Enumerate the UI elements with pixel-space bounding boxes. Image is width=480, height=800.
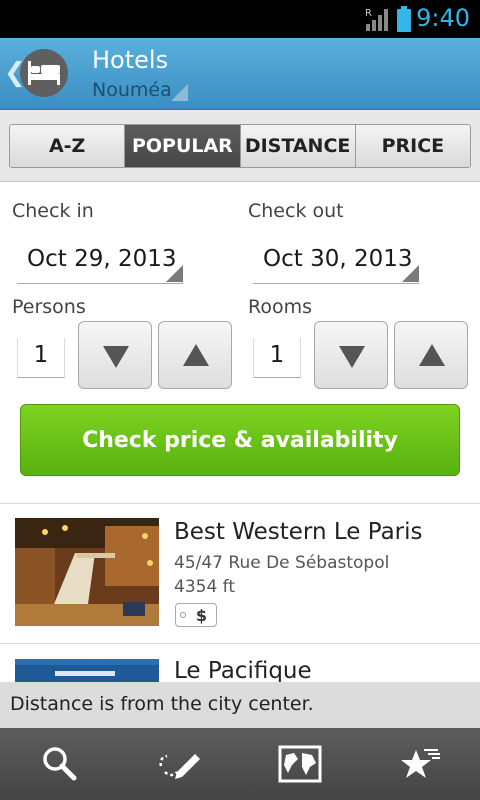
persons-increment-button[interactable]: [158, 321, 232, 389]
rooms-value: 1: [269, 342, 285, 368]
divider: [0, 643, 480, 644]
city-selector[interactable]: Nouméa: [92, 79, 172, 101]
hotel-distance: 4354 ft: [174, 577, 236, 597]
check-availability-button[interactable]: Check price & availability: [20, 404, 460, 476]
favorites-button[interactable]: [360, 728, 480, 800]
map-icon: [278, 745, 322, 783]
check-in-date-value: Oct 29, 2013: [27, 246, 177, 272]
tag-hole-icon: [180, 612, 186, 618]
triangle-up-icon: [183, 344, 209, 366]
sort-tabs: A-Z POPULAR DISTANCE PRICE: [9, 124, 471, 168]
triangle-up-icon: [419, 344, 445, 366]
price-level: $: [195, 605, 207, 625]
bottom-navigation: [0, 728, 480, 800]
check-out-date-field[interactable]: Oct 30, 2013: [253, 238, 419, 284]
check-in-label: Check in: [12, 200, 94, 222]
page-title: Hotels: [92, 46, 169, 74]
triangle-down-icon: [339, 346, 365, 368]
persons-input[interactable]: 1: [17, 338, 65, 378]
persons-value: 1: [33, 342, 49, 368]
rooms-input[interactable]: 1: [253, 338, 301, 378]
tab-popular[interactable]: POPULAR: [125, 125, 241, 167]
clock: 9:40: [416, 4, 470, 32]
bed-icon[interactable]: [20, 49, 68, 97]
hotel-photo: [15, 659, 159, 682]
hotel-photo: [15, 518, 159, 626]
check-out-label: Check out: [248, 200, 344, 222]
tab-distance[interactable]: DISTANCE: [240, 125, 356, 167]
map-button[interactable]: [240, 728, 360, 800]
check-in-date-field[interactable]: Oct 29, 2013: [17, 238, 183, 284]
rooms-increment-button[interactable]: [394, 321, 468, 389]
persons-decrement-button[interactable]: [78, 321, 152, 389]
edit-route-button[interactable]: [120, 728, 240, 800]
hotel-address: 45/47 Rue De Sébastopol: [174, 553, 390, 573]
signal-icon: R: [365, 8, 388, 31]
check-out-date-value: Oct 30, 2013: [263, 246, 413, 272]
app-screen: R 9:40 ❮ Hotels Nouméa A-Z POPULAR DISTA…: [0, 0, 480, 800]
search-button[interactable]: [0, 728, 120, 800]
dropdown-corner-icon: [402, 265, 419, 282]
hotel-name: Best Western Le Paris: [174, 519, 423, 545]
persons-label: Persons: [12, 296, 86, 318]
status-bar: R 9:40: [0, 0, 480, 38]
rooms-decrement-button[interactable]: [314, 321, 388, 389]
hotel-name: Le Pacifique: [174, 658, 312, 684]
triangle-down-icon: [103, 346, 129, 368]
action-bar: ❮ Hotels Nouméa: [0, 38, 480, 110]
toast-message: Distance is from the city center.: [0, 682, 480, 728]
rooms-label: Rooms: [248, 296, 313, 318]
edit-route-icon: [159, 754, 200, 779]
price-level-badge: $: [175, 603, 217, 627]
search-icon: [43, 747, 77, 781]
dropdown-corner-icon[interactable]: [171, 84, 188, 101]
favorites-icon: [401, 749, 440, 778]
tab-price[interactable]: PRICE: [355, 125, 470, 167]
dropdown-corner-icon: [166, 265, 183, 282]
toast-text: Distance is from the city center.: [10, 693, 314, 715]
tab-a-z[interactable]: A-Z: [10, 125, 126, 167]
battery-icon: [397, 6, 411, 32]
divider: [0, 503, 480, 504]
svg-text:R: R: [365, 8, 372, 19]
